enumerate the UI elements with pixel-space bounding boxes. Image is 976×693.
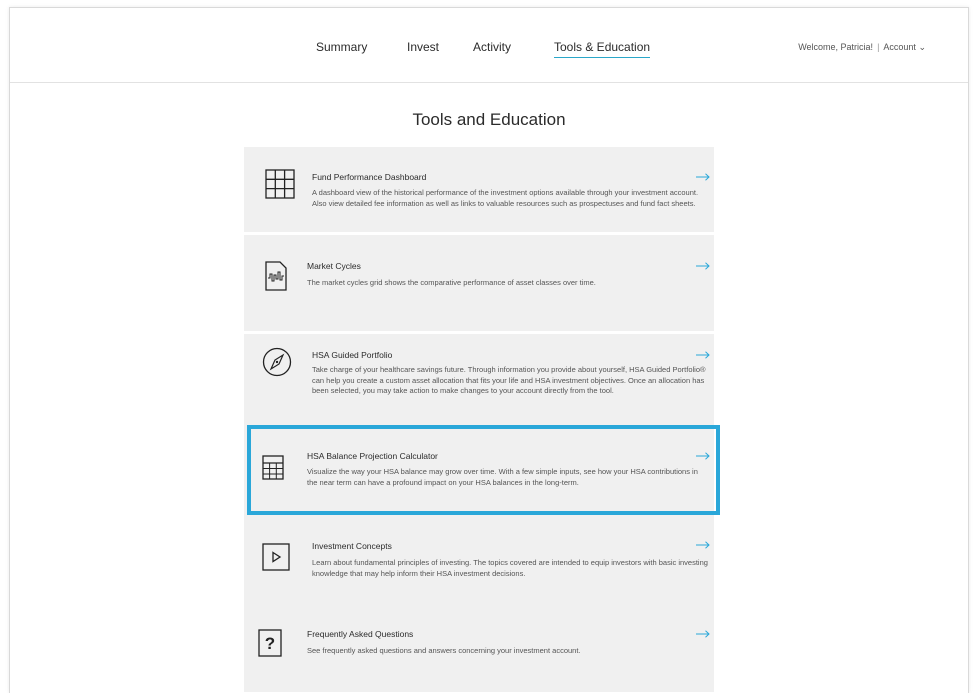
tool-card-hsa-guided-portfolio[interactable]: HSA Guided Portfolio Take charge of your…: [244, 334, 714, 428]
account-menu[interactable]: Account ⌄: [883, 42, 926, 52]
welcome-text: Welcome, Patricia!: [798, 42, 874, 52]
tools-list: Fund Performance Dashboard A dashboard v…: [244, 147, 714, 692]
arrow-right-icon[interactable]: [696, 630, 710, 638]
chevron-down-icon: ⌄: [918, 42, 926, 52]
svg-text:?: ?: [265, 634, 275, 653]
top-navigation: Summary Invest Activity Tools & Educatio…: [10, 8, 968, 83]
nav-tools-education[interactable]: Tools & Education: [554, 40, 651, 58]
tool-title: HSA Balance Projection Calculator: [307, 451, 438, 461]
account-label: Account: [883, 42, 916, 52]
arrow-right-icon[interactable]: [696, 173, 710, 181]
arrow-right-icon[interactable]: [696, 262, 710, 270]
calculator-icon: [262, 455, 284, 480]
tool-title: Frequently Asked Questions: [307, 629, 414, 639]
tool-description: Visualize the way your HSA balance may g…: [307, 467, 698, 487]
tool-description: Learn about fundamental principles of in…: [312, 558, 708, 578]
tool-card-investment-concepts[interactable]: Investment Concepts Learn about fundamen…: [244, 519, 714, 599]
grid-icon: [265, 169, 295, 199]
compass-icon: [262, 347, 292, 377]
nav-summary[interactable]: Summary: [316, 40, 367, 54]
question-icon: ?: [258, 629, 282, 657]
nav-invest[interactable]: Invest: [407, 40, 439, 54]
tool-title: Investment Concepts: [312, 541, 392, 551]
tool-description: A dashboard view of the historical perfo…: [312, 188, 699, 208]
arrow-right-icon[interactable]: [696, 452, 710, 460]
arrow-right-icon[interactable]: [696, 541, 710, 549]
account-separator: |: [877, 42, 880, 52]
tool-title: HSA Guided Portfolio: [312, 350, 393, 360]
tool-title: Market Cycles: [307, 261, 361, 271]
nav-activity[interactable]: Activity: [473, 40, 511, 54]
tool-description: Take charge of your healthcare savings f…: [312, 365, 706, 395]
tool-card-fund-performance[interactable]: Fund Performance Dashboard A dashboard v…: [244, 147, 714, 233]
tool-description: The market cycles grid shows the compara…: [307, 278, 596, 287]
tool-description: See frequently asked questions and answe…: [307, 646, 581, 655]
account-area: Welcome, Patricia! | Account ⌄: [798, 42, 926, 53]
arrow-right-icon[interactable]: [696, 351, 710, 359]
tool-card-hsa-balance-calculator[interactable]: HSA Balance Projection Calculator Visual…: [244, 430, 714, 513]
play-icon: [262, 543, 290, 571]
page-title: Tools and Education: [412, 110, 566, 129]
tool-card-faq[interactable]: ? Frequently Asked Questions See frequen…: [244, 602, 714, 692]
market-cycles-icon: [265, 261, 287, 291]
tool-card-market-cycles[interactable]: Market Cycles The market cycles grid sho…: [244, 235, 714, 331]
tool-title: Fund Performance Dashboard: [312, 172, 427, 182]
